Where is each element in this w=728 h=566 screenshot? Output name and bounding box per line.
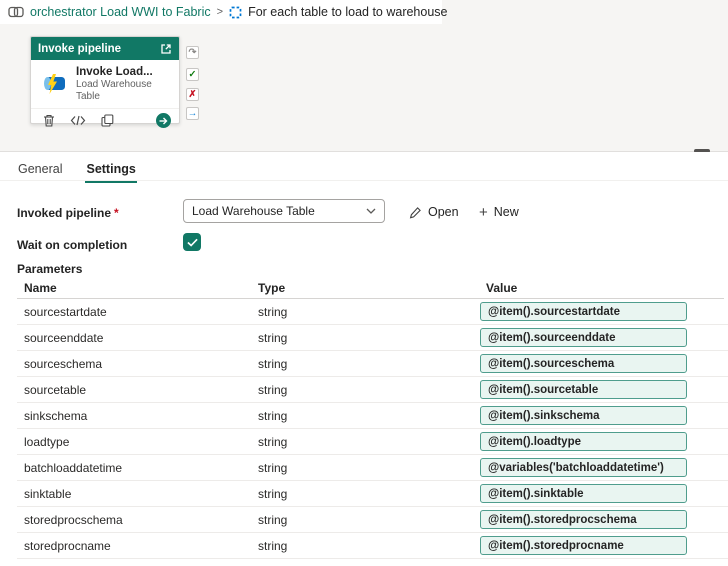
parameter-value-input[interactable]: @item().sinkschema: [480, 406, 687, 425]
activity-connector[interactable]: ✓: [186, 68, 199, 81]
breadcrumb-current: For each table to load to warehouse: [248, 5, 448, 19]
column-header-value: Value: [486, 281, 518, 295]
pencil-icon: [409, 206, 422, 219]
parameter-name: sinktable: [24, 487, 72, 501]
parameter-row: sinkschema string @item().sinkschema: [0, 403, 728, 429]
parameter-type: string: [258, 305, 288, 319]
invoke-pipeline-activity-card[interactable]: Invoke pipeline Invoke Load... Load Ware…: [30, 36, 180, 128]
parameter-type: string: [258, 383, 288, 397]
checkmark-icon: [186, 238, 198, 247]
parameter-type: string: [258, 539, 288, 553]
parameter-type: string: [258, 461, 288, 475]
invoked-pipeline-label: Invoked pipeline *: [17, 206, 119, 220]
parameter-type: string: [258, 357, 288, 371]
open-in-new-icon[interactable]: [160, 43, 172, 55]
parameter-type: string: [258, 435, 288, 449]
parameter-row: storedprocschema string @item().storedpr…: [0, 507, 728, 533]
parameter-value-input[interactable]: @item().sourcestartdate: [480, 302, 687, 321]
breadcrumb: orchestrator Load WWI to Fabric > For ea…: [0, 0, 448, 24]
foreach-icon: [229, 6, 242, 19]
parameter-row: storedprocname string @item().storedproc…: [0, 533, 728, 559]
add-next-activity-icon[interactable]: [156, 113, 171, 128]
invoke-pipeline-icon: [40, 73, 68, 95]
activity-name: Invoke Load...: [76, 66, 153, 78]
tabs-rule: [0, 180, 728, 181]
wait-on-completion-checkbox[interactable]: [183, 233, 201, 251]
code-icon[interactable]: [70, 115, 86, 126]
parameter-value-input[interactable]: @item().sourceenddate: [480, 328, 687, 347]
breadcrumb-parent[interactable]: orchestrator Load WWI to Fabric: [30, 5, 211, 19]
activity-type-label: Invoke pipeline: [38, 42, 122, 55]
parameter-name: sourcetable: [24, 383, 87, 397]
open-pipeline-button[interactable]: Open: [409, 203, 459, 221]
properties-panel: General Settings Invoked pipeline * Load …: [0, 152, 728, 566]
activity-subtitle: Load Warehouse Table: [76, 79, 152, 102]
new-pipeline-button[interactable]: + New: [479, 203, 519, 221]
activity-connector[interactable]: ✗: [186, 88, 199, 101]
parameter-name: loadtype: [24, 435, 70, 449]
parameter-name: storedprocname: [24, 539, 111, 553]
parameter-name: sourceenddate: [24, 331, 104, 345]
parameter-value-input[interactable]: @item().storedprocname: [480, 536, 687, 555]
parameter-name: sourceschema: [24, 357, 103, 371]
parameter-value-input[interactable]: @item().sourceschema: [480, 354, 687, 373]
parameter-name: batchloaddatetime: [24, 461, 123, 475]
pipeline-icon: [8, 6, 24, 18]
parameter-row: sourcestartdate string @item().sourcesta…: [0, 299, 728, 325]
parameters-table: sourcestartdate string @item().sourcesta…: [0, 299, 728, 559]
required-asterisk: *: [114, 206, 119, 220]
activity-card-header: Invoke pipeline: [31, 37, 179, 60]
invoked-pipeline-value: Load Warehouse Table: [192, 204, 315, 218]
parameter-row: batchloaddatetime string @variables('bat…: [0, 455, 728, 481]
activity-card-toolbar: [31, 108, 179, 128]
activity-card-body: Invoke Load... Load Warehouse Table: [31, 60, 179, 106]
parameter-row: sourceschema string @item().sourceschema: [0, 351, 728, 377]
parameter-type: string: [258, 331, 288, 345]
column-header-type: Type: [258, 281, 286, 295]
breadcrumb-separator: >: [216, 6, 224, 18]
parameter-value-input[interactable]: @item().sourcetable: [480, 380, 687, 399]
chevron-down-icon: [366, 208, 376, 214]
parameter-name: storedprocschema: [24, 513, 123, 527]
parameter-type: string: [258, 409, 288, 423]
copy-icon[interactable]: [101, 114, 114, 127]
column-header-name: Name: [24, 281, 57, 295]
delete-icon[interactable]: [43, 114, 55, 127]
parameter-row: sourcetable string @item().sourcetable: [0, 377, 728, 403]
invoked-pipeline-dropdown[interactable]: Load Warehouse Table: [183, 199, 385, 223]
parameter-value-input[interactable]: @variables('batchloaddatetime'): [480, 458, 687, 477]
parameter-type: string: [258, 487, 288, 501]
wait-on-completion-label: Wait on completion: [17, 238, 128, 252]
parameter-row: sinktable string @item().sinktable: [0, 481, 728, 507]
parameters-heading: Parameters: [17, 262, 83, 276]
parameter-row: sourceenddate string @item().sourceendda…: [0, 325, 728, 351]
parameter-value-input[interactable]: @item().loadtype: [480, 432, 687, 451]
parameter-row: loadtype string @item().loadtype: [0, 429, 728, 455]
activity-connector[interactable]: ↷: [186, 46, 199, 59]
pipeline-editor: orchestrator Load WWI to Fabric > For ea…: [0, 0, 728, 566]
parameter-value-input[interactable]: @item().storedprocschema: [480, 510, 687, 529]
plus-icon: +: [479, 203, 488, 221]
parameter-value-input[interactable]: @item().sinktable: [480, 484, 687, 503]
activity-connector[interactable]: →: [186, 107, 199, 120]
parameter-type: string: [258, 513, 288, 527]
parameter-name: sourcestartdate: [24, 305, 107, 319]
parameter-name: sinkschema: [24, 409, 88, 423]
